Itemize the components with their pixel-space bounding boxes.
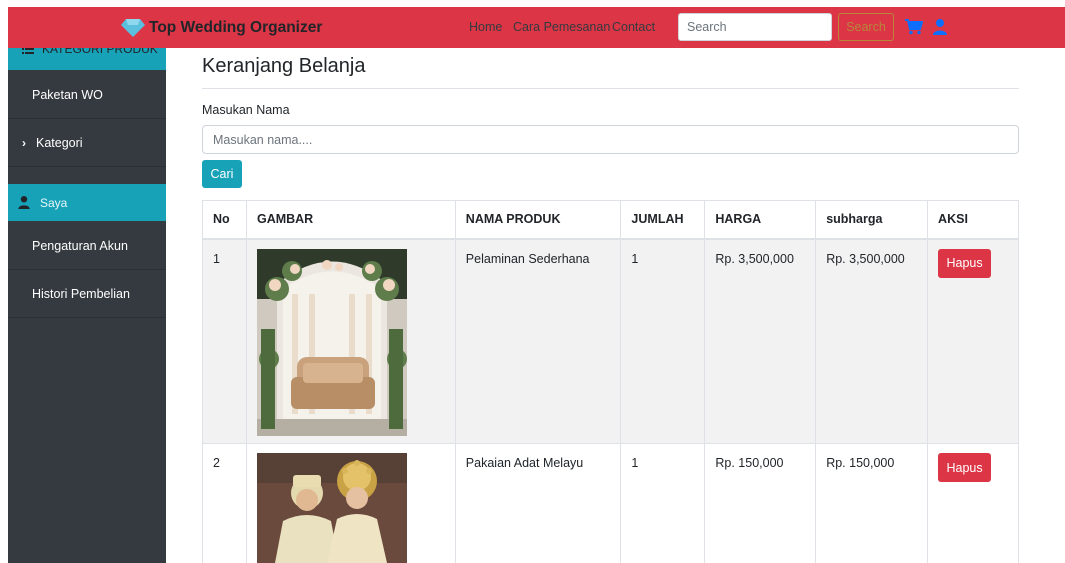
hapus-button[interactable]: Hapus bbox=[938, 453, 992, 482]
sidebar-header-label: KATEGORI PRODUK bbox=[42, 48, 158, 56]
user-icon bbox=[18, 196, 30, 209]
cell-price: Rp. 3,500,000 bbox=[704, 238, 817, 444]
column-header-subharga: subharga bbox=[815, 200, 929, 240]
cell-quantity: 1 bbox=[620, 443, 706, 563]
cell-action: Hapus bbox=[927, 238, 1019, 444]
column-header-gambar: GAMBAR bbox=[245, 200, 456, 240]
column-header-harga: HARGA bbox=[704, 200, 817, 240]
sidebar-item-label: Saya bbox=[40, 195, 68, 210]
diamond-icon bbox=[121, 18, 145, 37]
cell-no: 1 bbox=[202, 238, 247, 444]
brand-name: Top Wedding Organizer bbox=[149, 18, 323, 36]
sidebar-item-label: Kategori bbox=[36, 135, 83, 150]
cell-image bbox=[245, 238, 456, 444]
cell-image bbox=[245, 443, 456, 563]
cell-no: 2 bbox=[202, 443, 247, 563]
nav-link-cara-pemesanan[interactable]: Cara Pemesanan bbox=[513, 20, 610, 34]
table-row: 2 Pakaian Adat Melayu 1 Rp. 150,000 Rp. … bbox=[202, 443, 1019, 563]
nav-search-button[interactable]: Search bbox=[838, 13, 894, 41]
hapus-button[interactable]: Hapus bbox=[938, 248, 992, 278]
chevron-right-icon: › bbox=[22, 135, 26, 150]
sidebar-item-histori-pembelian[interactable]: Histori Pembelian bbox=[8, 270, 166, 318]
cart-icon[interactable] bbox=[905, 19, 923, 35]
nav-search-input[interactable] bbox=[678, 13, 832, 41]
brand[interactable]: Top Wedding Organizer bbox=[121, 7, 322, 48]
malay-wedding-attire-image bbox=[256, 453, 407, 563]
title-divider bbox=[202, 88, 1019, 89]
sidebar-header[interactable]: KATEGORI PRODUK bbox=[8, 48, 166, 70]
cari-button[interactable]: Cari bbox=[202, 160, 242, 188]
cell-quantity: 1 bbox=[620, 238, 706, 444]
table-header-row: No GAMBAR NAMA PRODUK JUMLAH HARGA subha… bbox=[202, 200, 1019, 240]
sidebar-item-pengaturan-akun[interactable]: Pengaturan Akun bbox=[8, 222, 166, 270]
cell-subtotal: Rp. 3,500,000 bbox=[815, 238, 929, 444]
sidebar-item-label: Histori Pembelian bbox=[32, 286, 130, 301]
nav-link-home[interactable]: Home bbox=[469, 20, 502, 34]
cell-action: Hapus bbox=[927, 443, 1019, 563]
cell-subtotal: Rp. 150,000 bbox=[815, 443, 929, 563]
sidebar: KATEGORI PRODUK Paketan WO › Kategori Sa… bbox=[8, 48, 166, 563]
cell-product-name: Pelaminan Sederhana bbox=[454, 238, 622, 444]
column-header-no: No bbox=[202, 200, 247, 240]
nav-link-contact[interactable]: Contact bbox=[612, 20, 655, 34]
cart-table: No GAMBAR NAMA PRODUK JUMLAH HARGA subha… bbox=[202, 200, 1019, 563]
sidebar-item-paketan-wo[interactable]: Paketan WO bbox=[8, 71, 166, 119]
sidebar-item-saya[interactable]: Saya bbox=[8, 184, 166, 221]
top-navbar: Top Wedding Organizer Home Cara Pemesana… bbox=[8, 7, 1065, 48]
page-title: Keranjang Belanja bbox=[202, 55, 366, 77]
user-icon[interactable] bbox=[933, 19, 947, 35]
list-icon bbox=[22, 48, 34, 54]
wedding-stage-image bbox=[256, 248, 407, 436]
sidebar-item-label: Paketan WO bbox=[32, 87, 103, 102]
name-field-label: Masukan Nama bbox=[202, 103, 290, 117]
cell-price: Rp. 150,000 bbox=[704, 443, 817, 563]
sidebar-item-kategori[interactable]: › Kategori bbox=[8, 119, 166, 167]
cell-product-name: Pakaian Adat Melayu bbox=[454, 443, 622, 563]
table-row: 1 Pelaminan Sederhana 1 Rp. 3,500,000 Rp… bbox=[202, 238, 1019, 444]
name-search-input[interactable] bbox=[202, 125, 1019, 154]
column-header-nama-produk: NAMA PRODUK bbox=[454, 200, 622, 240]
sidebar-item-label: Pengaturan Akun bbox=[32, 238, 128, 253]
column-header-aksi: AKSI bbox=[927, 200, 1019, 240]
column-header-jumlah: JUMLAH bbox=[620, 200, 706, 240]
